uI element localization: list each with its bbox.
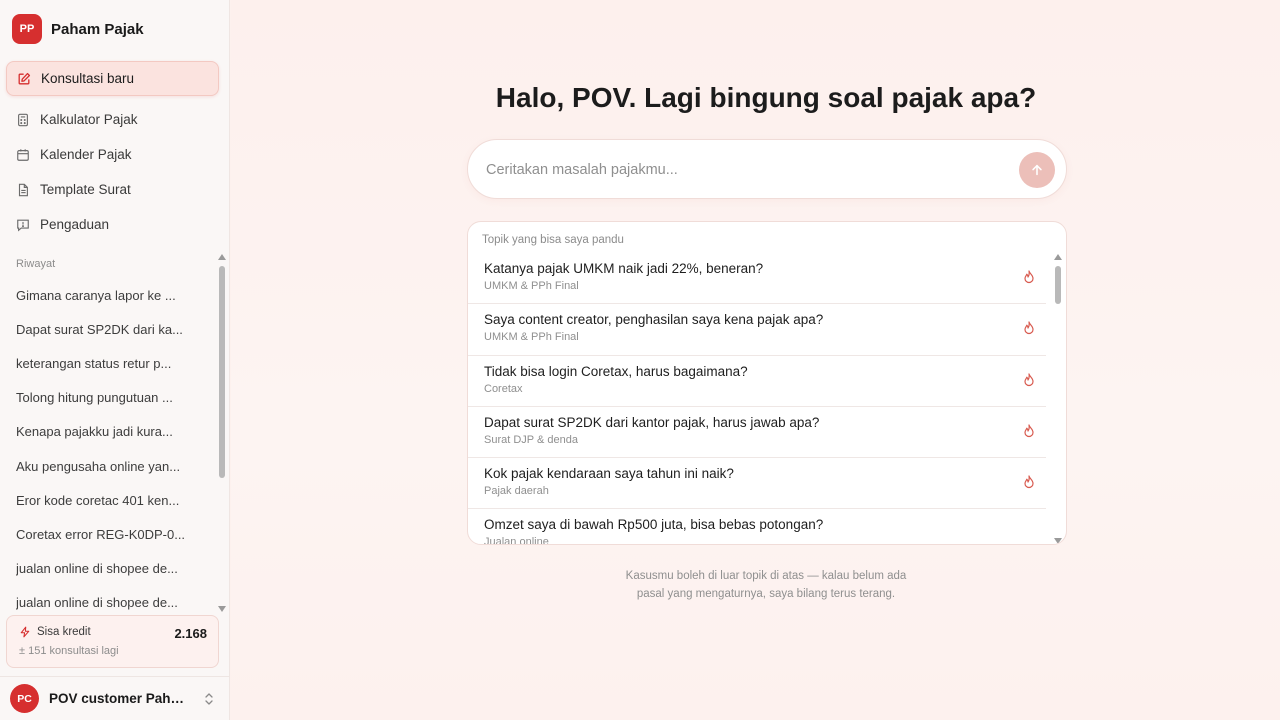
document-icon [16,183,30,197]
topic-question: Tidak bisa login Coretax, harus bagaiman… [484,363,748,379]
topic-question: Dapat surat SP2DK dari kantor pajak, har… [484,414,820,430]
history-item[interactable]: Gimana caranya lapor ke ... [0,278,216,312]
topic-item[interactable]: Saya content creator, penghasilan saya k… [468,304,1046,356]
topic-category: Jualan online [484,536,549,545]
chat-input[interactable] [486,158,1006,182]
sidebar-item-calculator[interactable]: Kalkulator Pajak [6,102,219,137]
history-item[interactable]: Kenapa pajakku jadi kura... [0,415,216,449]
credit-value: 2.168 [174,626,207,641]
history-scrollbar[interactable] [218,252,228,614]
topic-category: Coretax [484,382,523,395]
brand-logo: PP [12,14,42,44]
user-menu[interactable]: PC POV customer Paham Pajak [0,676,230,720]
topic-question: Saya content creator, penghasilan saya k… [484,312,824,328]
credit-label: Sisa kredit [37,626,91,638]
topic-item[interactable]: Kok pajak kendaraan saya tahun ini naik?… [468,458,1046,510]
sidebar-item-label: Kalkulator Pajak [40,112,138,127]
scroll-down-arrow-icon[interactable] [1054,538,1062,544]
sidebar-item-label: Template Surat [40,182,131,197]
credit-card: Sisa kredit 2.168 ± 151 konsultasi lagi [6,615,219,668]
credit-sub: ± 151 konsultasi lagi [19,645,119,657]
brand-name: Paham Pajak [51,20,144,38]
history-item[interactable]: jualan online di shopee de... [0,552,216,586]
arrow-up-icon [1032,164,1042,176]
edit-icon [17,72,31,86]
sidebar-item-label: Kalender Pajak [40,147,132,162]
sidebar: PP Paham Pajak Konsultasi baru Kalkulato… [0,0,230,720]
history-list: Gimana caranya lapor ke ... Dapat surat … [0,278,216,612]
scrollbar-thumb[interactable] [1055,266,1061,304]
topic-item[interactable]: Tidak bisa login Coretax, harus bagaiman… [468,356,1046,407]
topic-question: Kok pajak kendaraan saya tahun ini naik? [484,466,734,482]
flame-icon [1024,475,1034,489]
topic-item[interactable]: Dapat surat SP2DK dari kantor pajak, har… [468,407,1046,459]
topic-question: Omzet saya di bawah Rp500 juta, bisa beb… [484,517,824,533]
message-alert-icon [16,218,30,232]
topic-category: UMKM & PPh Final [484,280,579,292]
topic-item[interactable]: Katanya pajak UMKM naik jadi 22%, benera… [468,253,1046,305]
scrollbar-thumb[interactable] [219,266,225,478]
brand[interactable]: PP Paham Pajak [12,14,144,44]
lightning-icon [20,626,30,638]
topic-question: Katanya pajak UMKM naik jadi 22%, benera… [484,261,764,276]
history-item[interactable]: Tolong hitung pungutuan ... [0,381,216,415]
avatar: PC [10,684,39,713]
topic-category: UMKM & PPh Final [484,331,579,344]
scroll-up-arrow-icon[interactable] [218,254,226,260]
history-section-label: Riwayat [16,258,56,270]
topics-panel: Topik yang bisa saya pandu Katanya pajak… [467,221,1067,545]
chat-box [467,139,1067,199]
topic-category: Pajak daerah [484,485,549,498]
new-consultation-button[interactable]: Konsultasi baru [6,61,219,96]
sidebar-nav: Konsultasi baru Kalkulator Pajak Kalende… [6,61,219,242]
flame-icon [1024,372,1034,386]
scroll-up-arrow-icon[interactable] [1054,254,1062,260]
sidebar-item-calendar[interactable]: Kalender Pajak [6,137,219,172]
page-title: Halo, POV. Lagi bingung soal pajak apa? [495,82,1037,113]
topic-list: Katanya pajak UMKM naik jadi 22%, benera… [468,253,1046,545]
new-consultation-label: Konsultasi baru [41,71,135,86]
main-area: Halo, POV. Lagi bingung soal pajak apa? … [231,0,1280,720]
history-item[interactable]: Dapat surat SP2DK dari ka... [0,312,216,346]
sidebar-item-complaint[interactable]: Pengaduan [6,207,219,242]
history-item[interactable]: Aku pengusaha online yan... [0,449,216,483]
scroll-down-arrow-icon[interactable] [218,606,226,612]
calendar-icon [16,148,30,162]
user-name: POV customer Paham Pajak [49,691,191,706]
sidebar-item-template[interactable]: Template Surat [6,172,219,207]
flame-icon [1024,321,1034,335]
history-item[interactable]: keterangan status retur p... [0,346,216,380]
history-item[interactable]: Coretax error REG-K0DP-0... [0,517,216,551]
topics-scrollbar[interactable] [1054,254,1064,544]
send-button[interactable] [1019,152,1055,188]
chevron-up-down-icon [205,693,213,705]
sidebar-item-label: Pengaduan [40,217,110,232]
history-item[interactable]: Eror kode coretac 401 ken... [0,483,216,517]
topic-category: Surat DJP & denda [484,433,578,446]
calculator-icon [16,113,30,127]
topic-item[interactable]: Omzet saya di bawah Rp500 juta, bisa beb… [468,509,1046,545]
flame-icon [1024,424,1034,437]
topics-heading: Topik yang bisa saya pandu [482,234,624,246]
history-item[interactable]: jualan online di shopee de... [0,586,216,612]
flame-icon [1024,270,1034,284]
disclaimer-note: Kasusmu boleh di luar topik di atas — ka… [625,570,907,600]
